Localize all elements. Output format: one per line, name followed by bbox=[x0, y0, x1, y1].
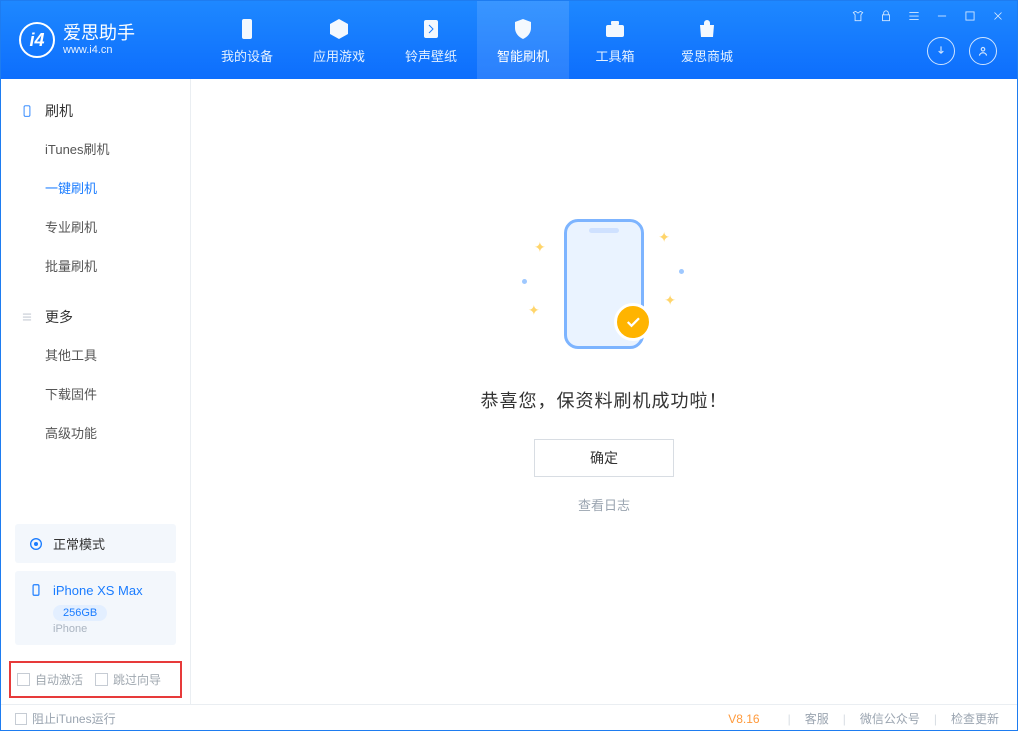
version-label: V8.16 bbox=[728, 712, 759, 726]
dot-icon bbox=[679, 269, 684, 274]
sparkle-icon: ✦ bbox=[664, 292, 676, 309]
nav-tabs: 我的设备 应用游戏 铃声壁纸 智能刷机 工具箱 爱思商城 bbox=[201, 1, 753, 79]
sidebar-title: 更多 bbox=[45, 307, 73, 327]
header-actions bbox=[927, 37, 997, 65]
sidebar-item-firmware[interactable]: 下载固件 bbox=[1, 374, 190, 413]
list-icon bbox=[19, 309, 35, 325]
success-illustration: ✦ ✦ ✦ ✦ bbox=[514, 209, 694, 359]
sidebar-item-itunes[interactable]: iTunes刷机 bbox=[1, 129, 190, 168]
success-message: 恭喜您，保资料刷机成功啦！ bbox=[481, 387, 728, 413]
device-small-icon bbox=[27, 581, 45, 599]
minimize-icon[interactable] bbox=[933, 7, 951, 25]
window-controls bbox=[849, 7, 1007, 25]
options-highlight: 自动激活 跳过向导 bbox=[9, 661, 182, 698]
sidebar-header-more[interactable]: 更多 bbox=[1, 299, 190, 335]
bag-icon bbox=[694, 16, 720, 42]
phone-icon bbox=[234, 16, 260, 42]
sparkle-icon: ✦ bbox=[528, 302, 540, 319]
nav-my-device[interactable]: 我的设备 bbox=[201, 1, 293, 79]
cube-icon bbox=[326, 16, 352, 42]
checkbox-block-itunes[interactable]: 阻止iTunes运行 bbox=[15, 710, 116, 727]
nav-label: 爱思商城 bbox=[681, 46, 733, 65]
sidebar-title: 刷机 bbox=[45, 101, 73, 121]
music-icon bbox=[418, 16, 444, 42]
main-panel: ✦ ✦ ✦ ✦ 恭喜您，保资料刷机成功啦！ 确定 查看日志 bbox=[191, 79, 1017, 704]
maximize-icon[interactable] bbox=[961, 7, 979, 25]
sidebar-item-tools[interactable]: 其他工具 bbox=[1, 335, 190, 374]
device-icon bbox=[19, 103, 35, 119]
nav-store[interactable]: 爱思商城 bbox=[661, 1, 753, 79]
shirt-icon[interactable] bbox=[849, 7, 867, 25]
footer: 阻止iTunes运行 V8.16 | 客服 | 微信公众号 | 检查更新 bbox=[1, 704, 1017, 732]
sidebar-group-more: 更多 其他工具 下载固件 高级功能 bbox=[1, 285, 190, 452]
footer-link-update[interactable]: 检查更新 bbox=[947, 710, 1003, 727]
nav-label: 铃声壁纸 bbox=[405, 46, 457, 65]
nav-label: 应用游戏 bbox=[313, 46, 365, 65]
logo-icon: i4 bbox=[19, 22, 55, 58]
checkbox-label: 跳过向导 bbox=[113, 671, 161, 688]
footer-link-wechat[interactable]: 微信公众号 bbox=[856, 710, 924, 727]
app-url: www.i4.cn bbox=[63, 44, 135, 56]
nav-label: 我的设备 bbox=[221, 46, 273, 65]
separator: | bbox=[843, 712, 846, 726]
checkbox-icon bbox=[15, 713, 27, 725]
nav-label: 工具箱 bbox=[595, 46, 634, 65]
nav-ringtone[interactable]: 铃声壁纸 bbox=[385, 1, 477, 79]
sidebar-item-oneclick[interactable]: 一键刷机 bbox=[1, 168, 190, 207]
sidebar-header-flash[interactable]: 刷机 bbox=[1, 93, 190, 129]
nav-label: 智能刷机 bbox=[497, 46, 549, 65]
shield-icon bbox=[510, 16, 536, 42]
lock-icon[interactable] bbox=[877, 7, 895, 25]
nav-flash[interactable]: 智能刷机 bbox=[477, 1, 569, 79]
checkbox-icon bbox=[95, 673, 108, 686]
ok-button[interactable]: 确定 bbox=[534, 439, 674, 477]
sidebar-group-flash: 刷机 iTunes刷机 一键刷机 专业刷机 批量刷机 bbox=[1, 79, 190, 285]
nav-toolbox[interactable]: 工具箱 bbox=[569, 1, 661, 79]
sparkle-icon: ✦ bbox=[534, 239, 546, 256]
device-name: iPhone XS Max bbox=[53, 583, 143, 598]
nav-apps[interactable]: 应用游戏 bbox=[293, 1, 385, 79]
separator: | bbox=[934, 712, 937, 726]
device-storage: 256GB bbox=[53, 605, 107, 621]
device-box[interactable]: iPhone XS Max 256GB iPhone bbox=[15, 571, 176, 645]
footer-link-service[interactable]: 客服 bbox=[801, 710, 833, 727]
user-icon[interactable] bbox=[969, 37, 997, 65]
sidebar-item-advanced[interactable]: 高级功能 bbox=[1, 413, 190, 452]
toolbox-icon bbox=[602, 16, 628, 42]
sync-icon bbox=[27, 535, 45, 553]
checkbox-icon bbox=[17, 673, 30, 686]
body: 刷机 iTunes刷机 一键刷机 专业刷机 批量刷机 更多 其他工具 下载固件 … bbox=[1, 79, 1017, 704]
checkbox-label: 阻止iTunes运行 bbox=[32, 710, 116, 727]
dot-icon bbox=[522, 279, 527, 284]
menu-icon[interactable] bbox=[905, 7, 923, 25]
sidebar-item-pro[interactable]: 专业刷机 bbox=[1, 207, 190, 246]
close-icon[interactable] bbox=[989, 7, 1007, 25]
sparkle-icon: ✦ bbox=[658, 229, 670, 246]
checkbox-skip-guide[interactable]: 跳过向导 bbox=[95, 671, 161, 688]
view-log-link[interactable]: 查看日志 bbox=[578, 495, 630, 514]
logo[interactable]: i4 爱思助手 www.i4.cn bbox=[1, 22, 201, 58]
checkbox-label: 自动激活 bbox=[35, 671, 83, 688]
device-type: iPhone bbox=[53, 623, 164, 635]
sidebar: 刷机 iTunes刷机 一键刷机 专业刷机 批量刷机 更多 其他工具 下载固件 … bbox=[1, 79, 191, 704]
check-badge-icon bbox=[614, 303, 652, 341]
logo-text: 爱思助手 www.i4.cn bbox=[63, 24, 135, 56]
separator: | bbox=[788, 712, 791, 726]
header: i4 爱思助手 www.i4.cn 我的设备 应用游戏 铃声壁纸 智能刷机 工具… bbox=[1, 1, 1017, 79]
download-icon[interactable] bbox=[927, 37, 955, 65]
sidebar-item-batch[interactable]: 批量刷机 bbox=[1, 246, 190, 285]
mode-text: 正常模式 bbox=[53, 534, 105, 553]
checkbox-auto-activate[interactable]: 自动激活 bbox=[17, 671, 83, 688]
app-name: 爱思助手 bbox=[63, 24, 135, 44]
mode-box[interactable]: 正常模式 bbox=[15, 524, 176, 563]
